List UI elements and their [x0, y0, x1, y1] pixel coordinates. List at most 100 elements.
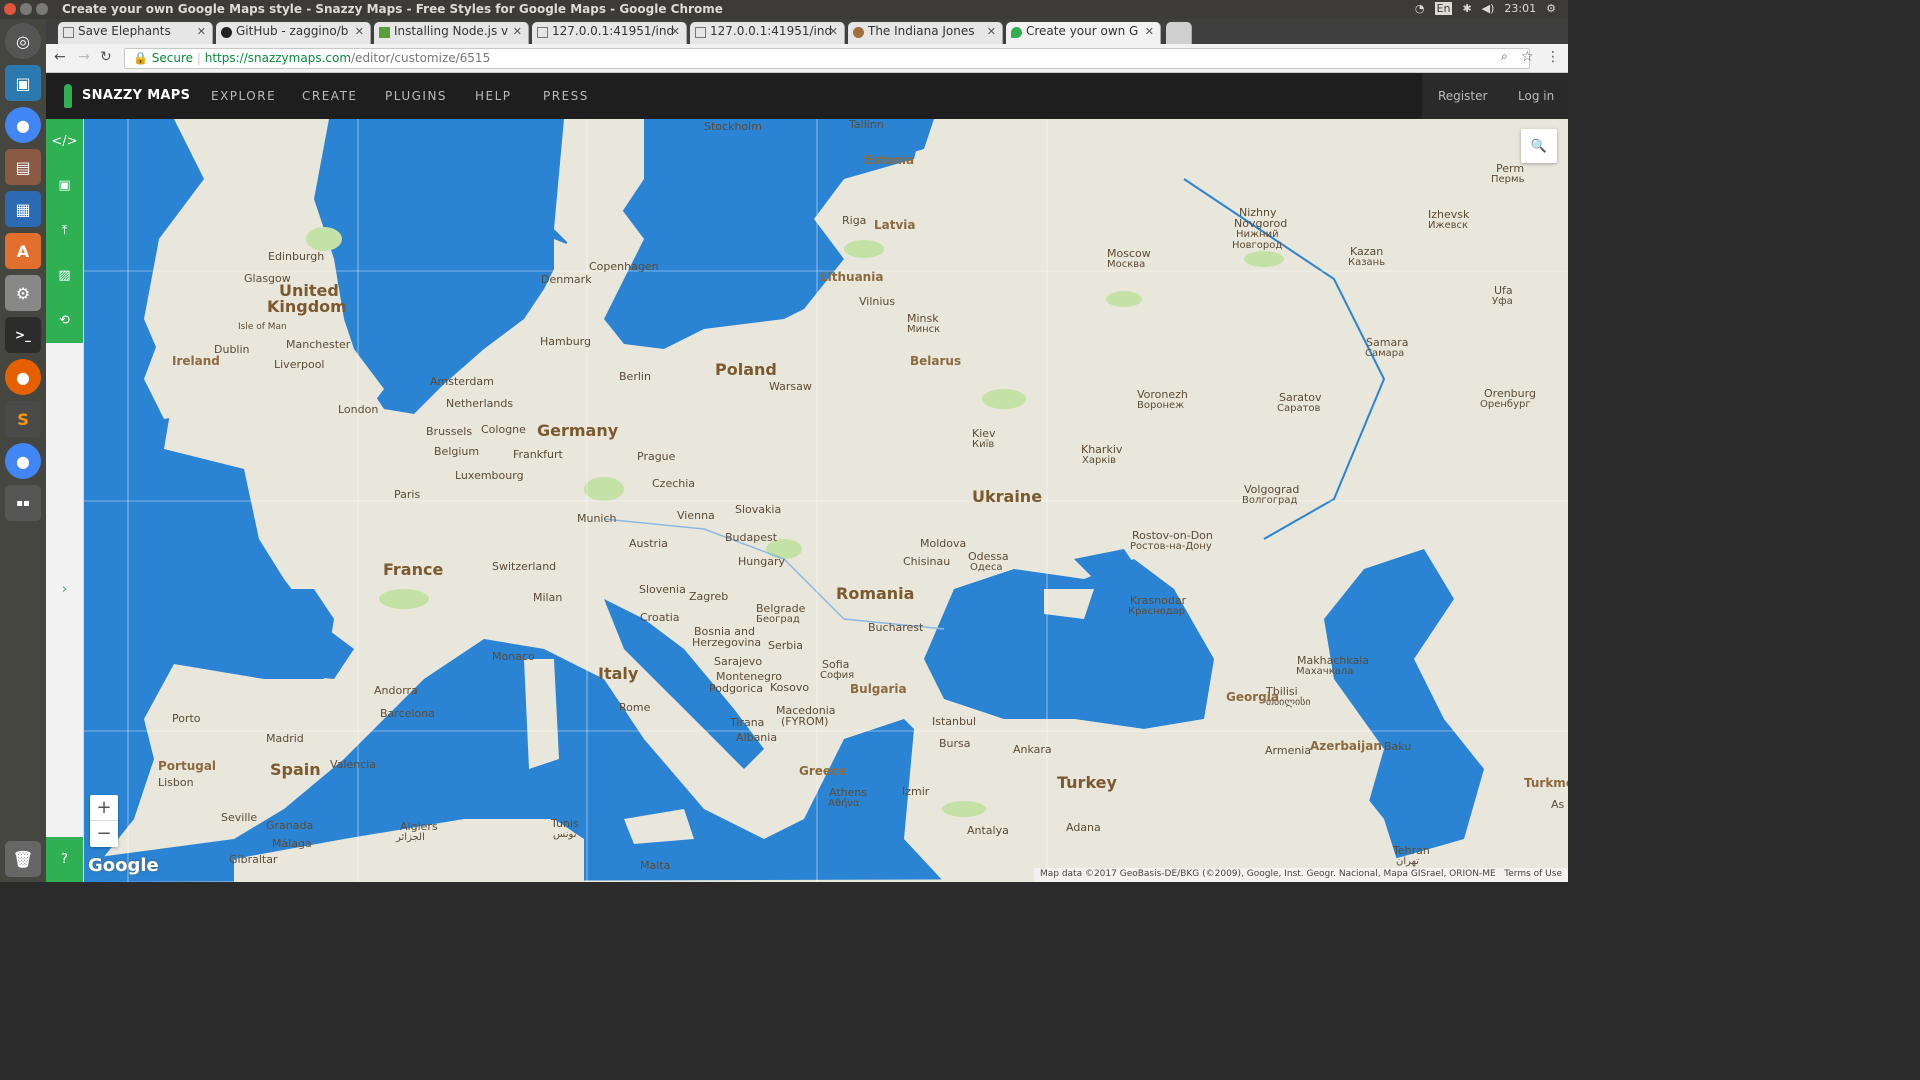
corsica-sardinia-land — [524, 659, 559, 769]
country-label: Georgia — [1226, 690, 1279, 704]
map-canvas[interactable]: Stockholm Tallinn Estonia Riga Latvia Li… — [84, 119, 1568, 882]
snazzy-logo-icon — [64, 84, 72, 108]
bookmark-star-icon[interactable]: ☆ — [1521, 49, 1534, 65]
new-tab-button[interactable] — [1166, 22, 1192, 44]
city-label: Adana — [1066, 821, 1101, 834]
volume-icon[interactable]: ◀) — [1482, 2, 1495, 15]
city-label: Краснодар — [1128, 606, 1186, 617]
tab-installing-node[interactable]: Installing Node.js v ✕ — [374, 22, 529, 44]
terminal-icon[interactable]: >_ — [5, 317, 41, 353]
system-settings-icon[interactable]: ⚙ — [5, 275, 41, 311]
country-label: Belgium — [434, 445, 480, 458]
city-label: Antalya — [967, 824, 1009, 837]
workspace-icon[interactable]: ▣ — [5, 65, 41, 101]
upload-icon[interactable]: ⤒ — [46, 210, 83, 250]
brand-logo[interactable]: SNAZZY MAPS — [82, 88, 190, 103]
trash-icon[interactable]: 🗑 — [5, 841, 41, 877]
tab-github[interactable]: GitHub - zaggino/b ✕ — [216, 22, 371, 44]
city-label: Ростов-на-Дону — [1130, 541, 1212, 552]
forest-patch — [942, 801, 986, 817]
reload-icon[interactable]: ↻ — [100, 49, 112, 65]
close-tab-icon[interactable]: ✕ — [197, 25, 206, 38]
files-icon[interactable]: ▤ — [5, 149, 41, 185]
login-link[interactable]: Log in — [1518, 89, 1554, 103]
expand-chevron-icon[interactable]: › — [46, 569, 83, 609]
workspace-switcher-icon[interactable]: ▪▪ — [5, 485, 41, 521]
city-label: Munich — [577, 512, 617, 525]
forest-patch — [1106, 291, 1142, 307]
forward-arrow-icon[interactable]: → — [78, 49, 90, 65]
country-label: Belarus — [910, 354, 962, 368]
city-label: Sofia — [822, 658, 850, 671]
city-label: Liverpool — [274, 358, 325, 371]
close-tab-icon[interactable]: ✕ — [987, 25, 996, 38]
image-icon[interactable]: ▨ — [46, 255, 83, 295]
tab-create-your-own[interactable]: Create your own G ✕ — [1006, 22, 1161, 44]
settings-gear-icon[interactable]: ⚙ — [1546, 2, 1556, 15]
document-icon[interactable]: ▦ — [5, 191, 41, 227]
firefox-icon[interactable]: ● — [5, 359, 41, 395]
zoom-in-button[interactable]: + — [90, 795, 118, 821]
bay-of-biscay — [174, 589, 334, 679]
close-tab-icon[interactable]: ✕ — [1145, 25, 1154, 38]
city-label: Hamburg — [540, 335, 591, 348]
tab-localhost-2[interactable]: 127.0.0.1:41951/ind ✕ — [690, 22, 845, 44]
save-icon[interactable]: ▣ — [46, 165, 83, 205]
clock[interactable]: 23:01 — [1504, 2, 1536, 15]
refresh-icon[interactable]: ⟲ — [46, 300, 83, 340]
software-center-icon[interactable]: A — [5, 233, 41, 269]
nav-explore[interactable]: EXPLORE — [211, 89, 276, 103]
city-label: Algiers — [400, 820, 438, 833]
close-window-icon[interactable] — [4, 3, 16, 15]
back-arrow-icon[interactable]: ← — [54, 49, 66, 65]
help-icon[interactable]: ? — [46, 837, 83, 882]
register-link[interactable]: Register — [1438, 89, 1487, 103]
city-label: Kazan — [1350, 245, 1384, 258]
country-label: Romania — [836, 584, 915, 603]
city-label: Prague — [637, 450, 676, 463]
zoom-lens-icon[interactable]: ⌕ — [1501, 49, 1508, 64]
map-search-icon[interactable]: 🔍 — [1521, 129, 1557, 163]
nav-plugins[interactable]: PLUGINS — [385, 89, 447, 103]
chrome-menu-icon[interactable]: ⋮ — [1546, 49, 1560, 65]
country-label: Switzerland — [492, 560, 557, 573]
dash-home-icon[interactable]: ◎ — [5, 23, 41, 59]
city-label: Izmir — [902, 785, 930, 798]
nav-create[interactable]: CREATE — [302, 89, 358, 103]
close-tab-icon[interactable]: ✕ — [829, 25, 838, 38]
wifi-icon[interactable]: ◔ — [1415, 2, 1425, 15]
bluetooth-icon[interactable]: ✱ — [1462, 2, 1471, 15]
sublime-text-icon[interactable]: S — [5, 401, 41, 437]
country-label: Slovakia — [735, 503, 782, 516]
minimize-window-icon[interactable] — [20, 3, 32, 15]
close-tab-icon[interactable]: ✕ — [671, 25, 680, 38]
nav-press[interactable]: PRESS — [543, 89, 589, 103]
city-label: Orenburg — [1484, 387, 1536, 400]
close-tab-icon[interactable]: ✕ — [355, 25, 364, 38]
tab-indiana-jones[interactable]: The Indiana Jones ✕ — [848, 22, 1003, 44]
forest-patch — [982, 389, 1026, 409]
city-label: Isle of Man — [238, 322, 287, 332]
tab-localhost-1[interactable]: 127.0.0.1:41951/ind ✕ — [532, 22, 687, 44]
code-icon[interactable]: </> — [46, 121, 83, 161]
country-label: Italy — [598, 664, 639, 683]
maximize-window-icon[interactable] — [36, 3, 48, 15]
address-bar[interactable]: 🔒 Secure | https://snazzymaps.com/editor… — [124, 48, 1530, 69]
city-label: الجزائر — [396, 832, 425, 843]
chrome-active-icon[interactable]: ● — [5, 443, 41, 479]
url-host: https://snazzymaps.com — [204, 51, 352, 65]
nav-help[interactable]: HELP — [475, 89, 512, 103]
city-label: Одеса — [970, 562, 1003, 573]
city-label: Samara — [1366, 336, 1409, 349]
tab-save-elephants[interactable]: Save Elephants ✕ — [58, 22, 213, 44]
city-label: Харків — [1082, 455, 1117, 466]
city-label: Zagreb — [689, 590, 729, 603]
nodejs-icon — [379, 27, 390, 38]
terms-link[interactable]: Terms of Use — [1504, 869, 1562, 879]
close-tab-icon[interactable]: ✕ — [513, 25, 522, 38]
country-label: Albania — [736, 731, 778, 744]
chrome-icon[interactable]: ● — [5, 107, 41, 143]
keyboard-layout[interactable]: En — [1434, 2, 1453, 15]
zoom-out-button[interactable]: − — [90, 821, 118, 847]
city-label: Granada — [266, 819, 314, 832]
